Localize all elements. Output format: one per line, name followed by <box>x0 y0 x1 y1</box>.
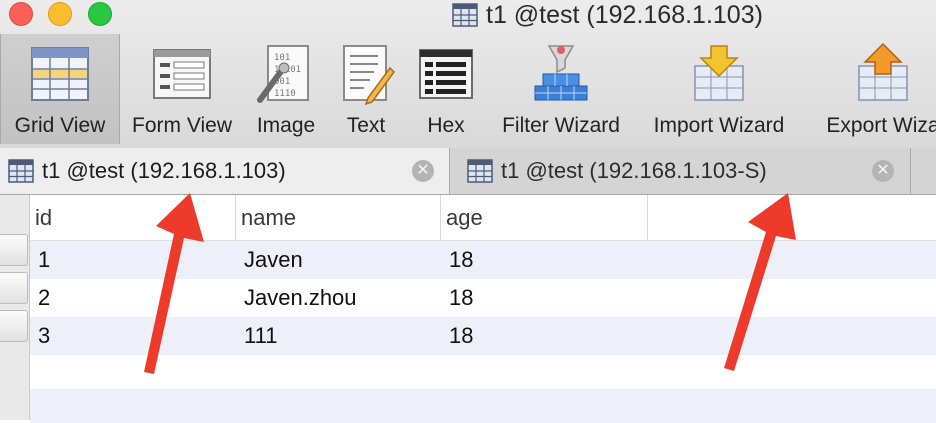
minimize-window-button[interactable] <box>48 2 72 26</box>
cell-name[interactable]: Javen.zhou <box>236 279 441 317</box>
svg-text:1110: 1110 <box>274 89 296 99</box>
tab-main[interactable]: t1 @test (192.168.1.103) ✕ <box>0 148 450 194</box>
export-wizard-icon <box>858 42 908 101</box>
form-view-button[interactable]: Form View <box>122 34 242 144</box>
table-row[interactable]: 1 Javen 18 <box>30 241 936 279</box>
svg-text:101: 101 <box>274 53 290 63</box>
cell-name[interactable]: Javen <box>236 241 441 279</box>
window-title-bar: t1 @test (192.168.1.103) <box>452 0 763 30</box>
text-button[interactable]: Text <box>330 34 402 144</box>
table-row[interactable]: 3 111 18 <box>30 317 936 355</box>
text-icon <box>343 45 395 106</box>
grid-view-label: Grid View <box>14 114 106 137</box>
form-view-label: Form View <box>132 114 232 137</box>
close-window-button[interactable] <box>9 2 33 26</box>
zoom-window-button[interactable] <box>88 2 112 26</box>
cell-age[interactable]: 18 <box>441 279 648 317</box>
table-icon <box>452 3 478 27</box>
hex-button[interactable]: Hex <box>408 34 484 144</box>
image-label: Image <box>256 114 316 137</box>
import-wizard-button[interactable]: Import Wizard <box>640 34 798 144</box>
filter-wizard-label: Filter Wizard <box>502 114 620 137</box>
row-selector[interactable] <box>0 310 28 342</box>
column-header-row: id name age <box>30 195 936 241</box>
empty-row <box>30 355 936 389</box>
toolbar: t1 @test (192.168.1.103) Grid View Form … <box>0 0 936 149</box>
window-title: t1 @test (192.168.1.103) <box>486 0 763 29</box>
hex-label: Hex <box>427 114 465 137</box>
close-icon[interactable]: ✕ <box>872 160 894 182</box>
filter-wizard-icon <box>534 45 588 101</box>
tab-label: t1 @test (192.168.1.103) <box>42 158 286 183</box>
table-icon <box>467 159 493 183</box>
cell-age[interactable]: 18 <box>441 241 648 279</box>
row-selector[interactable] <box>0 234 28 266</box>
cell-id[interactable]: 1 <box>30 241 236 279</box>
grid-view-button[interactable]: Grid View <box>0 34 120 144</box>
cell-id[interactable]: 2 <box>30 279 236 317</box>
cell-age[interactable]: 18 <box>441 317 648 355</box>
empty-row <box>30 389 936 423</box>
cell-id[interactable]: 3 <box>30 317 236 355</box>
row-selector[interactable] <box>0 272 28 304</box>
column-header-age[interactable]: age <box>441 195 648 240</box>
tab-label: t1 @test (192.168.1.103-S) <box>501 158 767 183</box>
close-icon[interactable]: ✕ <box>412 160 434 182</box>
filter-wizard-button[interactable]: Filter Wizard <box>490 34 632 144</box>
column-header-name[interactable]: name <box>236 195 441 240</box>
hex-icon <box>419 49 473 99</box>
tab-bar: t1 @test (192.168.1.103) ✕ t1 @test (192… <box>0 148 936 195</box>
export-wizard-button[interactable]: Export Wiza <box>808 34 936 144</box>
tab-slave[interactable]: t1 @test (192.168.1.103-S) ✕ <box>451 148 911 194</box>
row-header-column <box>0 195 30 420</box>
export-wizard-label: Export Wiza <box>826 114 936 137</box>
table-icon <box>8 159 34 183</box>
table-row[interactable]: 2 Javen.zhou 18 <box>30 279 936 317</box>
import-wizard-icon <box>694 45 744 101</box>
form-view-icon <box>153 49 211 99</box>
grid-view-icon <box>31 47 89 101</box>
image-icon: 101 10101 001 1110 <box>257 45 309 103</box>
data-grid: id name age 1 Javen 18 2 Javen.zhou 18 3… <box>0 195 936 423</box>
column-header-id[interactable]: id <box>30 195 236 240</box>
import-wizard-label: Import Wizard <box>653 114 785 137</box>
text-label: Text <box>346 114 386 137</box>
cell-name[interactable]: 111 <box>236 317 441 355</box>
image-button[interactable]: 101 10101 001 1110 Image <box>246 34 326 144</box>
